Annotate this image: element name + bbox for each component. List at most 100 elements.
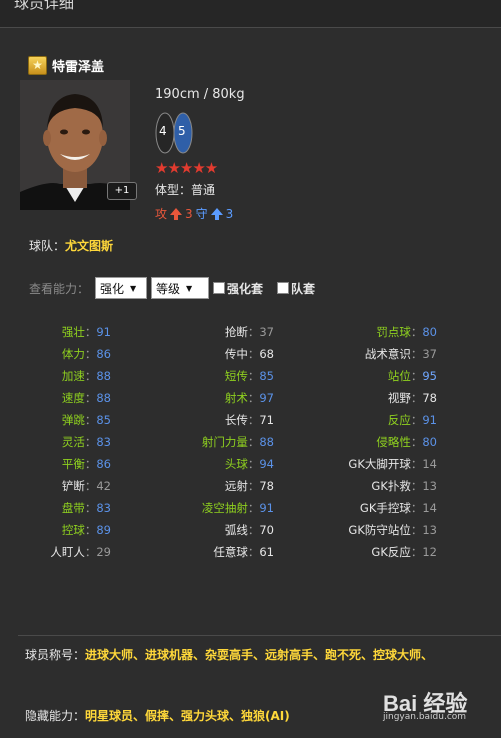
attribute-separator: ： <box>247 325 260 339</box>
attribute-value: 83 <box>96 501 111 515</box>
attribute-separator: ： <box>410 369 423 383</box>
attribute-name: 人盯人 <box>50 545 85 559</box>
titles-label: 球员称号： <box>25 648 86 662</box>
attribute-name: 灵活 <box>61 435 85 449</box>
attribute-value: 80 <box>422 435 437 449</box>
attribute-item: 加速：88 <box>62 368 111 384</box>
body-type: 体型：普通 <box>155 181 215 198</box>
attribute-name: 射门力量 <box>201 435 248 449</box>
attribute-separator: ： <box>410 545 423 559</box>
team-row: 球队：尤文图斯 <box>29 237 113 254</box>
team-set-label: 队套 <box>291 281 316 296</box>
attribute-value: 12 <box>422 545 437 559</box>
attribute-item: 抢断：37 <box>225 324 274 340</box>
attribute-separator: ： <box>84 325 97 339</box>
attribute-item: 速度：88 <box>62 390 111 406</box>
attribute-name: 罚点球 <box>376 325 411 339</box>
attribute-value: 83 <box>96 435 111 449</box>
attribute-separator: ： <box>247 479 260 493</box>
attribute-value: 88 <box>259 435 274 449</box>
dropdown-arrow-icon: ▼ <box>186 283 193 293</box>
attribute-item: 射术：97 <box>225 390 274 406</box>
attribute-separator: ： <box>410 435 423 449</box>
attribute-value: 94 <box>259 457 274 471</box>
attribute-value: 86 <box>96 457 111 471</box>
attribute-value: 29 <box>96 545 111 559</box>
attribute-name: 凌空抽射 <box>201 501 248 515</box>
attribute-name: 抢断 <box>224 325 248 339</box>
attribute-name: GK扑救 <box>371 479 411 493</box>
attribute-item: 任意球：61 <box>213 544 274 560</box>
hidden-label: 隐藏能力： <box>25 709 86 723</box>
attribute-value: 14 <box>422 457 437 471</box>
attribute-item: GK大脚开球：14 <box>348 456 437 472</box>
watermark: Bai 经验 jingyan.baidu.com <box>383 686 467 722</box>
star-rating: ★★★★★ <box>155 159 218 177</box>
team-name[interactable]: 尤文图斯 <box>65 239 113 253</box>
attribute-item: 侵略性：80 <box>376 434 437 450</box>
attribute-separator: ： <box>84 457 97 471</box>
defense-label: 守 <box>195 207 208 221</box>
attribute-item: 罚点球：80 <box>376 324 437 340</box>
attribute-separator: ： <box>410 325 423 339</box>
enhance-select[interactable]: 强化 ▼ <box>95 277 148 299</box>
attribute-item: 凌空抽射：91 <box>202 500 274 516</box>
attribute-value: 68 <box>259 347 274 361</box>
attribute-separator: ： <box>84 391 97 405</box>
checkbox-icon[interactable] <box>277 282 290 294</box>
attribute-name: 长传 <box>224 413 248 427</box>
attribute-name: 站位 <box>387 369 411 383</box>
attribute-item: GK防守站位：13 <box>348 522 437 538</box>
filter-label: 查看能力： <box>29 281 90 296</box>
attribute-value: 61 <box>259 545 274 559</box>
star-player-icon: ★ <box>28 56 47 75</box>
attribute-name: GK大脚开球 <box>348 457 411 471</box>
arrow-up-icon <box>210 207 223 220</box>
arrow-up-icon <box>170 207 183 220</box>
preferred-foot-icon: 4 5 <box>155 111 195 155</box>
attribute-item: 控球：89 <box>62 522 111 538</box>
level-select[interactable]: 等级 ▼ <box>151 277 210 299</box>
attack-label: 攻 <box>155 207 168 221</box>
attribute-name: 远射 <box>224 479 248 493</box>
divider <box>18 635 501 636</box>
enhance-select-value: 强化 <box>100 281 125 296</box>
attribute-name: 视野 <box>387 391 411 405</box>
attribute-separator: ： <box>410 347 423 361</box>
right-foot-value: 5 <box>178 124 186 138</box>
attribute-value: 91 <box>422 413 437 427</box>
height-weight: 190cm / 80kg <box>155 87 245 102</box>
enhance-set-checkbox[interactable]: 强化套 <box>213 280 263 297</box>
attribute-value: 85 <box>96 413 111 427</box>
attribute-separator: ： <box>247 369 260 383</box>
player-name-row: ★ 特雷泽盖 <box>28 56 104 75</box>
attribute-name: 盘带 <box>61 501 85 515</box>
attribute-name: GK手控球 <box>359 501 411 515</box>
attribute-item: 传中：68 <box>225 346 274 362</box>
attribute-separator: ： <box>247 545 260 559</box>
attribute-separator: ： <box>247 391 260 405</box>
ability-filter: 查看能力： 强化 ▼ 等级 ▼ 强化套 队套 <box>29 277 315 299</box>
attribute-separator: ： <box>247 347 260 361</box>
attribute-name: 传中 <box>224 347 248 361</box>
attribute-item: GK手控球：14 <box>360 500 437 516</box>
attribute-value: 86 <box>96 347 111 361</box>
attribute-name: 平衡 <box>61 457 85 471</box>
attribute-name: 速度 <box>61 391 85 405</box>
attribute-value: 70 <box>259 523 274 537</box>
attribute-value: 95 <box>422 369 437 383</box>
attribute-item: 头球：94 <box>225 456 274 472</box>
attribute-value: 71 <box>259 413 274 427</box>
attribute-value: 88 <box>96 391 111 405</box>
left-foot-value: 4 <box>159 124 167 138</box>
attribute-separator: ： <box>84 523 97 537</box>
player-name: 特雷泽盖 <box>52 60 105 75</box>
attribute-value: 85 <box>259 369 274 383</box>
body-type-label: 体型： <box>155 183 192 197</box>
team-set-checkbox[interactable]: 队套 <box>277 280 315 297</box>
attribute-value: 80 <box>422 325 437 339</box>
checkbox-icon[interactable] <box>213 282 226 294</box>
attribute-separator: ： <box>410 501 423 515</box>
attribute-separator: ： <box>247 413 260 427</box>
attribute-name: 加速 <box>61 369 85 383</box>
